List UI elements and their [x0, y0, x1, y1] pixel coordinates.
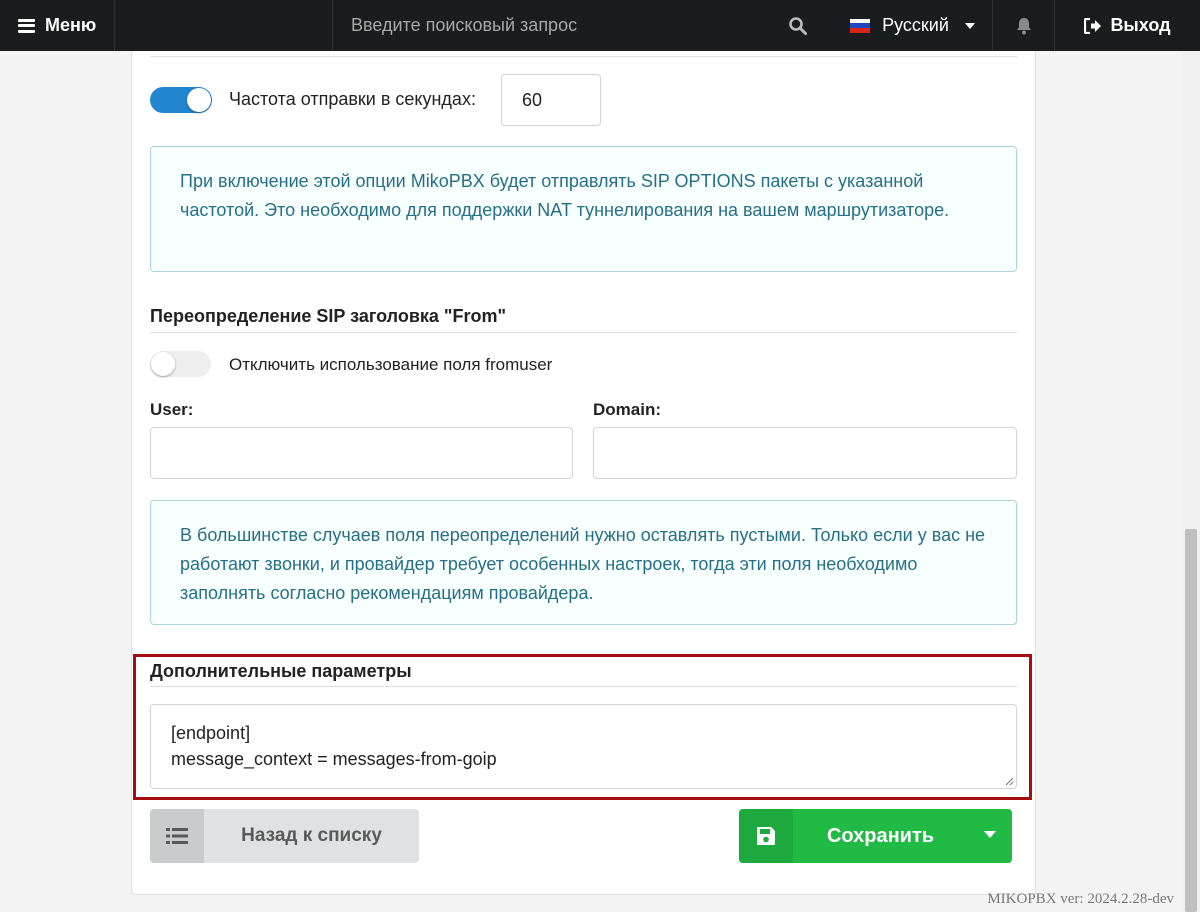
- save-icon: [739, 809, 793, 863]
- disable-fromuser-toggle[interactable]: [150, 351, 211, 377]
- language-label: Русский: [882, 15, 949, 35]
- search-box: [333, 0, 833, 51]
- nat-info-message: При включение этой опции MikoPBX будет о…: [150, 146, 1017, 272]
- russian-flag-icon: [850, 18, 871, 33]
- logout-label: Выход: [1110, 15, 1171, 35]
- top-bar: Меню Русский Выход: [0, 0, 1200, 51]
- search-icon[interactable]: [788, 16, 808, 36]
- section-divider: [150, 332, 1017, 333]
- user-label: User:: [150, 400, 194, 419]
- menu-button[interactable]: Меню: [0, 0, 115, 51]
- domain-label: Domain:: [593, 400, 661, 419]
- user-input[interactable]: [150, 427, 573, 479]
- bell-icon: [1016, 17, 1031, 34]
- back-to-list-button[interactable]: Назад к списку: [150, 809, 419, 863]
- section-divider: [150, 56, 1017, 57]
- version-label: MIKOPBX ver: 2024.2.28-dev: [987, 891, 1174, 907]
- nat-info-text: При включение этой опции MikoPBX будет о…: [180, 171, 950, 220]
- menu-label: Меню: [45, 15, 97, 35]
- save-button[interactable]: Сохранить: [739, 809, 1012, 863]
- chevron-down-icon: [984, 831, 996, 838]
- save-label: Сохранить: [826, 824, 935, 847]
- sign-out-icon: [1084, 17, 1102, 34]
- hamburger-icon: [18, 18, 35, 33]
- scrollbar-thumb[interactable]: [1185, 529, 1197, 912]
- save-dropdown-toggle[interactable]: [968, 809, 1012, 863]
- nat-keepalive-toggle[interactable]: [150, 87, 212, 113]
- from-override-title: Переопределение SIP заголовка "From": [150, 306, 506, 326]
- annotation-highlight-box: [133, 654, 1032, 800]
- toggle-knob: [151, 352, 175, 376]
- frequency-label: Частота отправки в секундах:: [229, 89, 476, 109]
- search-input[interactable]: [351, 15, 771, 36]
- chevron-down-icon: [964, 22, 975, 29]
- language-selector[interactable]: Русский: [833, 0, 993, 51]
- back-to-list-label: Назад к списку: [241, 825, 382, 846]
- disable-fromuser-label: Отключить использование поля fromuser: [229, 355, 553, 374]
- logout-button[interactable]: Выход: [1055, 0, 1200, 51]
- frequency-input[interactable]: 60: [501, 74, 601, 126]
- override-info-text: В большинстве случаев поля переопределен…: [180, 525, 986, 603]
- toggle-knob: [187, 88, 211, 112]
- notifications-button[interactable]: [993, 0, 1055, 51]
- domain-input[interactable]: [593, 427, 1017, 479]
- page-scrollbar[interactable]: [1182, 51, 1200, 912]
- top-bar-spacer: [115, 0, 333, 51]
- override-info-message: В большинстве случаев поля переопределен…: [150, 500, 1017, 625]
- list-icon: [150, 809, 204, 863]
